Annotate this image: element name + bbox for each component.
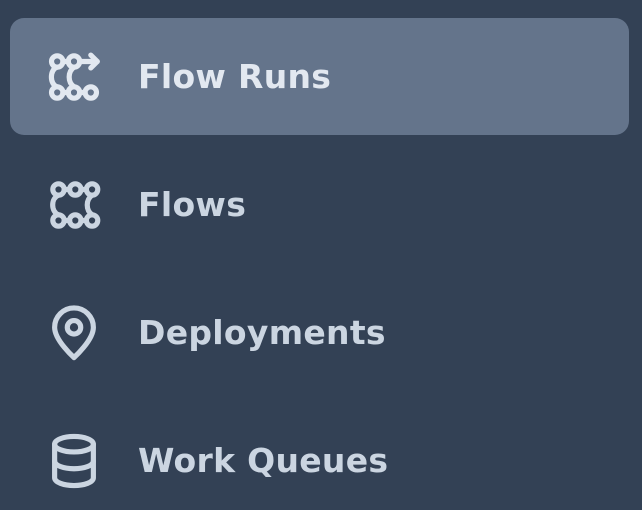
sidebar-item-label: Deployments [138,313,386,352]
sidebar-item-label: Work Queues [138,441,389,480]
flow-runs-icon [43,46,105,108]
map-pin-icon [43,302,105,364]
sidebar-item-label: Flow Runs [138,57,332,96]
sidebar-item-label: Flows [138,185,247,224]
sidebar-item-flow-runs[interactable]: Flow Runs [10,18,629,135]
flows-icon [43,174,105,236]
sidebar-item-work-queues[interactable]: Work Queues [10,402,629,510]
sidebar-item-flows[interactable]: Flows [10,146,629,263]
database-icon [43,430,105,492]
sidebar-nav: Flow Runs Flows Deployments Work Queues [0,0,642,510]
sidebar-item-deployments[interactable]: Deployments [10,274,629,391]
